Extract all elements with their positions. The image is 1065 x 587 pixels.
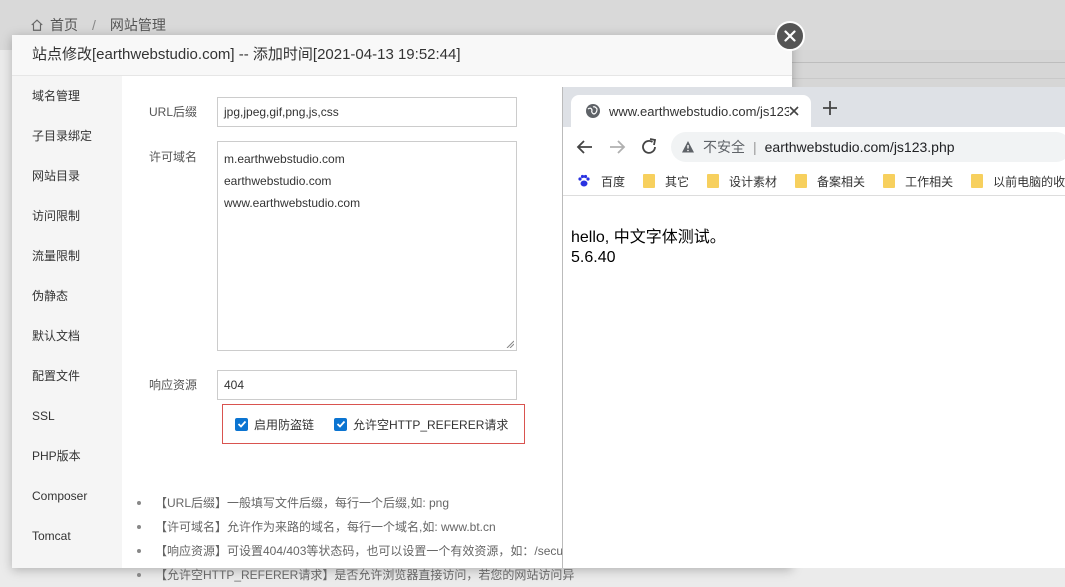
allowed-domains-row: 许可域名 m.earthwebstudio.com earthwebstudio… [122, 141, 517, 351]
checkbox-checked-icon[interactable] [334, 417, 348, 431]
nav-item-config-file[interactable]: 配置文件 [12, 356, 122, 396]
response-input[interactable]: 404 [217, 370, 517, 400]
nav-item-php-version[interactable]: PHP版本 [12, 436, 122, 476]
nav-item-subdirectory-binding[interactable]: 子目录绑定 [12, 116, 122, 156]
nav-item-domain-management[interactable]: 域名管理 [12, 76, 122, 116]
breadcrumb: 首页 / 网站管理 [30, 15, 166, 35]
resize-grip-icon[interactable] [506, 340, 514, 348]
browser-window: www.earthwebstudio.com/js123.php 不安全 [562, 87, 1065, 568]
url-suffix-row: URL后缀 jpg,jpeg,gif,png,js,css [122, 97, 517, 127]
tip-item: 【允许空HTTP_REFERER请求】是否允许浏览器直接访问，若您的网站访问异 [137, 563, 574, 587]
nav-item-default-document[interactable]: 默认文档 [12, 316, 122, 356]
bookmark-baidu[interactable]: 百度 [577, 173, 625, 190]
checkbox-checked-icon[interactable] [235, 417, 248, 431]
tip-item: 【响应资源】可设置404/403等状态码，也可以设置一个有效资源，如：/secu [137, 539, 574, 563]
close-icon [784, 30, 796, 42]
tip-item: 【URL后缀】一般填写文件后缀，每行一个后缀,如: png [137, 491, 574, 515]
tab-title: www.earthwebstudio.com/js123.php [609, 103, 789, 119]
tab-strip: www.earthwebstudio.com/js123.php [563, 87, 1065, 127]
breadcrumb-current: 网站管理 [109, 17, 166, 33]
response-row: 响应资源 404 [122, 370, 517, 400]
bookmarks-bar: 百度 其它 设计素材 备案相关 工作相关 以前电脑的收 [563, 167, 1065, 196]
allow-empty-referer-checkbox[interactable]: 允许空HTTP_REFERER请求 [334, 416, 508, 433]
browser-tab[interactable]: www.earthwebstudio.com/js123.php [571, 95, 811, 127]
help-tips: 【URL后缀】一般填写文件后缀，每行一个后缀,如: png 【许可域名】允许作为… [137, 491, 574, 587]
page-text-line: 5.6.40 [571, 249, 616, 266]
nav-item-access-restriction[interactable]: 访问限制 [12, 196, 122, 236]
bookmark-folder-design[interactable]: 设计素材 [707, 173, 777, 190]
allowed-domains-label: 许可域名 [148, 150, 197, 164]
referer-options-highlight: 启用防盗链 允许空HTTP_REFERER请求 [222, 404, 525, 444]
nav-item-composer[interactable]: Composer [12, 476, 122, 516]
bullet-icon [137, 549, 141, 553]
url-suffix-input[interactable]: jpg,jpeg,gif,png,js,css [217, 97, 517, 127]
browser-toolbar: 不安全 | earthwebstudio.com/js123.php [563, 127, 1065, 167]
bookmark-folder-other[interactable]: 其它 [643, 173, 689, 190]
response-label: 响应资源 [148, 378, 197, 392]
tip-item: 【许可域名】允许作为来路的域名，每行一个域名,如: www.bt.cn [137, 515, 574, 539]
back-arrow-icon[interactable] [575, 137, 595, 157]
url-suffix-label: URL后缀 [148, 105, 197, 119]
nav-item-ssl[interactable]: SSL [12, 396, 122, 436]
warning-icon[interactable] [681, 140, 695, 154]
forward-arrow-icon[interactable] [607, 137, 627, 157]
baidu-paw-icon [578, 174, 590, 187]
bookmark-folder-icp[interactable]: 备案相关 [795, 173, 865, 190]
folder-icon [971, 174, 984, 188]
reload-icon[interactable] [639, 137, 659, 157]
enable-hotlink-checkbox[interactable]: 启用防盗链 [235, 416, 314, 433]
dialog-side-nav: 域名管理 子目录绑定 网站目录 访问限制 流量限制 伪静态 默认文档 配置文件 … [12, 76, 122, 568]
allowed-domain-line: www.earthwebstudio.com [224, 196, 361, 210]
address-bar[interactable]: 不安全 | earthwebstudio.com/js123.php [671, 132, 1065, 162]
home-icon [31, 19, 43, 31]
nav-item-rewrite[interactable]: 伪静态 [12, 276, 122, 316]
globe-icon [586, 104, 600, 118]
folder-icon [795, 174, 808, 188]
nav-item-traffic-limit[interactable]: 流量限制 [12, 236, 122, 276]
bookmark-folder-work[interactable]: 工作相关 [883, 173, 953, 190]
folder-icon [643, 174, 656, 188]
address-url: earthwebstudio.com/js123.php [764, 139, 955, 155]
bullet-icon [137, 573, 141, 577]
new-tab-icon[interactable] [821, 99, 839, 117]
allowed-domain-line: earthwebstudio.com [224, 174, 332, 188]
allowed-domain-line: m.earthwebstudio.com [224, 152, 345, 166]
folder-icon [883, 174, 896, 188]
allow-empty-referer-label: 允许空HTTP_REFERER请求 [353, 417, 509, 432]
address-separator: | [753, 139, 757, 155]
page-body: hello, 中文字体测试。 5.6.40 [563, 196, 1065, 300]
nav-item-tomcat[interactable]: Tomcat [12, 516, 122, 556]
tab-close-icon[interactable] [787, 104, 801, 118]
dialog-close-button[interactable] [775, 21, 805, 51]
breadcrumb-home[interactable]: 首页 [50, 15, 78, 35]
bullet-icon [137, 525, 141, 529]
page-text-line: hello, 中文字体测试。 [571, 229, 726, 246]
security-status: 不安全 [703, 139, 745, 155]
folder-icon [707, 174, 720, 188]
enable-hotlink-label: 启用防盗链 [254, 417, 315, 432]
nav-item-site-directory[interactable]: 网站目录 [12, 156, 122, 196]
bookmark-folder-old-pc[interactable]: 以前电脑的收 [971, 173, 1065, 190]
allowed-domains-textarea[interactable]: m.earthwebstudio.com earthwebstudio.com … [217, 141, 517, 351]
dialog-title: 站点修改[earthwebstudio.com] -- 添加时间[2021-04… [12, 35, 792, 76]
breadcrumb-separator: / [92, 17, 96, 33]
bullet-icon [137, 501, 141, 505]
